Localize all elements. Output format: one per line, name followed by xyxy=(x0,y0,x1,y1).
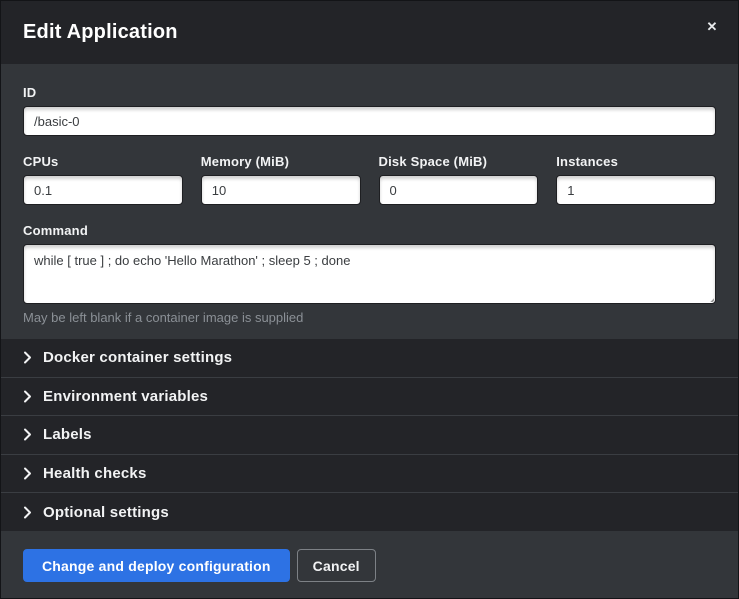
id-field-label: ID xyxy=(23,85,716,100)
cancel-button[interactable]: Cancel xyxy=(297,549,376,582)
disk-field-group: Disk Space (MiB) xyxy=(379,154,539,205)
resources-field-row: CPUs Memory (MiB) Disk Space (MiB) Insta… xyxy=(23,154,716,205)
chevron-right-icon xyxy=(23,428,32,441)
chevron-right-icon xyxy=(23,467,32,480)
section-title: Optional settings xyxy=(43,504,169,521)
section-optional-settings[interactable]: Optional settings xyxy=(1,492,738,531)
modal-header: Edit Application ✕ xyxy=(1,1,738,64)
memory-field-group: Memory (MiB) xyxy=(201,154,361,205)
section-health-checks[interactable]: Health checks xyxy=(1,454,738,493)
form-area: ID CPUs Memory (MiB) Disk Space (MiB) In… xyxy=(1,64,738,339)
change-and-deploy-button[interactable]: Change and deploy configuration xyxy=(23,549,290,582)
memory-input[interactable] xyxy=(201,175,361,205)
section-title: Environment variables xyxy=(43,388,208,405)
instances-field-group: Instances xyxy=(556,154,716,205)
instances-input[interactable] xyxy=(556,175,716,205)
chevron-right-icon xyxy=(23,390,32,403)
edit-application-modal: Edit Application ✕ ID CPUs Memory (MiB) … xyxy=(0,0,739,599)
close-icon[interactable]: ✕ xyxy=(700,15,724,39)
disk-field-label: Disk Space (MiB) xyxy=(379,154,539,169)
id-field-group: ID xyxy=(23,85,716,136)
section-labels[interactable]: Labels xyxy=(1,415,738,454)
instances-field-label: Instances xyxy=(556,154,716,169)
memory-field-label: Memory (MiB) xyxy=(201,154,361,169)
modal-title: Edit Application xyxy=(23,21,178,44)
command-help-text: May be left blank if a container image i… xyxy=(23,310,716,325)
section-environment-variables[interactable]: Environment variables xyxy=(1,377,738,416)
command-field-group: Command xyxy=(23,223,716,304)
disk-input[interactable] xyxy=(379,175,539,205)
modal-footer: Change and deploy configuration Cancel xyxy=(1,531,738,599)
section-title: Health checks xyxy=(43,465,146,482)
chevron-right-icon xyxy=(23,351,32,364)
section-title: Labels xyxy=(43,426,92,443)
cpus-field-group: CPUs xyxy=(23,154,183,205)
section-title: Docker container settings xyxy=(43,349,232,366)
cpus-field-label: CPUs xyxy=(23,154,183,169)
accordion-sections: Docker container settings Environment va… xyxy=(1,339,738,531)
cpus-input[interactable] xyxy=(23,175,183,205)
command-textarea[interactable] xyxy=(23,244,716,304)
chevron-right-icon xyxy=(23,506,32,519)
command-field-label: Command xyxy=(23,223,716,238)
section-docker-container-settings[interactable]: Docker container settings xyxy=(1,339,738,377)
id-input[interactable] xyxy=(23,106,716,136)
